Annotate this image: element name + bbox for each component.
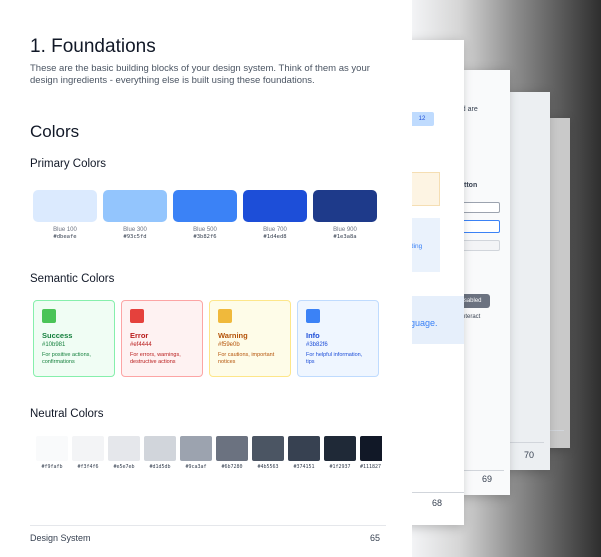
card-title: Error [130, 331, 149, 340]
swatch-hex: #93c5fd [123, 234, 147, 240]
fragment-language: guage. [410, 318, 438, 328]
swatch-hex: #1d4ed8 [263, 234, 287, 240]
neutral-swatch: #9ca3af [180, 436, 212, 470]
primary-swatch: Blue 300 #93c5fd [103, 190, 167, 240]
neutral-swatch: #1f2937 [324, 436, 356, 470]
neutral-swatch: #6b7280 [216, 436, 248, 470]
footer-divider [30, 525, 386, 526]
page-number-1: 68 [432, 498, 443, 508]
neutral-colors-heading: Neutral Colors [30, 408, 104, 420]
neutral-swatch: #e5e7eb [108, 436, 140, 470]
swatch-hex: #d1d5db [149, 464, 171, 470]
card-hex: #10b981 [42, 342, 66, 348]
swatch-name: Blue 700 [263, 227, 287, 233]
warning-card [410, 172, 440, 206]
swatch-chip [180, 436, 212, 461]
footer-title: Design System [30, 533, 91, 543]
swatch-chip [33, 190, 97, 222]
card-title: Warning [218, 331, 248, 340]
swatch-chip [36, 436, 68, 461]
neutral-swatch: #d1d5db [144, 436, 176, 470]
swatch-hex: #f9fafb [41, 464, 63, 470]
neutral-swatch: #374151 [288, 436, 320, 470]
primary-swatch: Blue 900 #1e3a8a [313, 190, 377, 240]
semantic-card-success: Success #10b981 For positive actions, co… [33, 300, 115, 377]
error-swatch [130, 309, 144, 323]
swatch-chip [144, 436, 176, 461]
swatch-chip [103, 190, 167, 222]
card-description: For helpful information, tips [306, 352, 363, 365]
primary-colors-heading: Primary Colors [30, 158, 107, 170]
swatch-hex: #6b7280 [221, 464, 243, 470]
card-hex: #f59e0b [218, 342, 240, 348]
neutral-swatch: #f3f4f6 [72, 436, 104, 470]
swatch-hex: #e5e7eb [113, 464, 135, 470]
primary-swatch: Blue 500 #3b82f6 [173, 190, 237, 240]
semantic-card-warning: Warning #f59e0b For cautions, important … [209, 300, 291, 377]
intro-paragraph: These are the basic building blocks of y… [30, 63, 370, 86]
semantic-colors-heading: Semantic Colors [30, 273, 115, 285]
primary-swatch: Blue 100 #dbeafe [33, 190, 97, 240]
neutral-swatch-row: #f9fafb #f3f4f6 #e5e7eb #d1d5db #9ca3af … [36, 436, 382, 470]
swatch-hex: #3b82f6 [193, 234, 217, 240]
semantic-card-row: Success #10b981 For positive actions, co… [33, 300, 379, 377]
swatch-hex: #9ca3af [185, 464, 207, 470]
swatch-chip [72, 436, 104, 461]
swatch-hex: #4b5563 [257, 464, 279, 470]
swatch-name: Blue 300 [123, 227, 147, 233]
swatch-chip [324, 436, 356, 461]
card-description: For errors, warnings, destructive action… [130, 352, 181, 365]
neutral-swatch: #4b5563 [252, 436, 284, 470]
swatch-name: Blue 500 [193, 227, 217, 233]
swatch-chip [360, 436, 382, 461]
swatch-chip [243, 190, 307, 222]
card-description: For cautions, important notices [218, 352, 275, 365]
semantic-card-info: Info #3b82f6 For helpful information, ti… [297, 300, 379, 377]
success-swatch [42, 309, 56, 323]
card-hex: #3b82f6 [306, 342, 328, 348]
card-title: Success [42, 331, 73, 340]
swatch-hex: #f3f4f6 [77, 464, 99, 470]
info-swatch [306, 309, 320, 323]
semantic-card-error: Error #ef4444 For errors, warnings, dest… [121, 300, 203, 377]
swatch-hex: #111827 [360, 464, 382, 470]
swatch-hex: #1f2937 [329, 464, 351, 470]
page-number-3: 70 [524, 450, 535, 460]
section-title: 1. Foundations [30, 36, 156, 57]
swatch-chip [216, 436, 248, 461]
page-number-2: 69 [482, 474, 493, 484]
swatch-chip [108, 436, 140, 461]
swatch-name: Blue 100 [53, 227, 77, 233]
swatch-chip [252, 436, 284, 461]
neutral-swatch: #f9fafb [36, 436, 68, 470]
primary-swatch-row: Blue 100 #dbeafe Blue 300 #93c5fd Blue 5… [33, 190, 377, 240]
swatch-name: Blue 900 [333, 227, 357, 233]
swatch-hex: #374151 [293, 464, 315, 470]
fragment-button: tton [464, 182, 478, 189]
swatch-chip [173, 190, 237, 222]
colors-heading: Colors [30, 122, 80, 141]
swatch-chip [313, 190, 377, 222]
card-title: Info [306, 331, 320, 340]
badge: 12 [410, 112, 434, 126]
swatch-hex: #dbeafe [53, 234, 77, 240]
warning-swatch [218, 309, 232, 323]
document-page: 1. Foundations These are the basic build… [0, 0, 412, 557]
swatch-chip [288, 436, 320, 461]
swatch-hex: #1e3a8a [333, 234, 357, 240]
card-description: For positive actions, confirmations [42, 352, 91, 365]
primary-swatch: Blue 700 #1d4ed8 [243, 190, 307, 240]
page-number: 65 [370, 533, 381, 543]
card-hex: #ef4444 [130, 342, 152, 348]
neutral-swatch: #111827 [360, 436, 382, 470]
